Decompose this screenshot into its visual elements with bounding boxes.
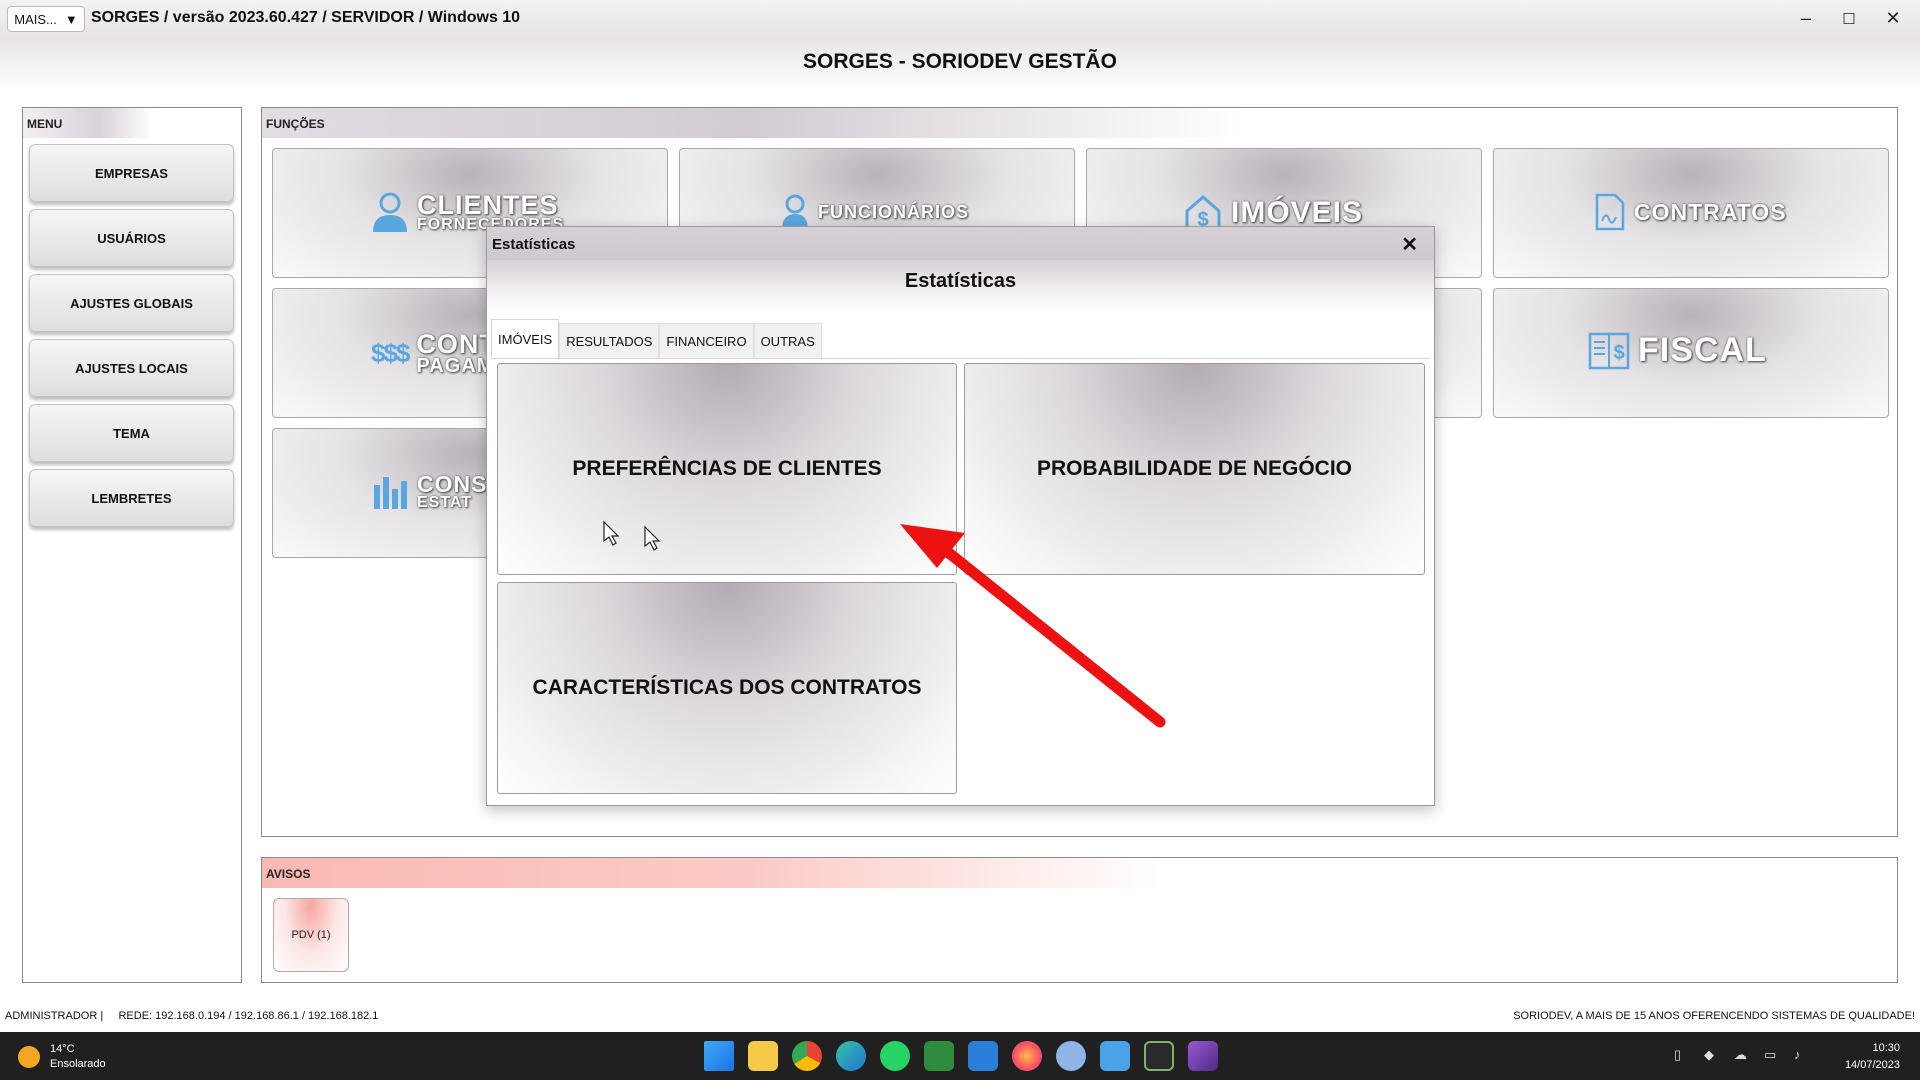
security-icon[interactable]: ◆	[1704, 1047, 1720, 1063]
tab-imoveis[interactable]: IMÓVEIS	[491, 319, 560, 359]
menu-header: MENU	[23, 108, 241, 138]
weather-description: Ensolarado	[50, 1058, 106, 1070]
tab-resultados[interactable]: RESULTADOS	[559, 323, 660, 359]
maximize-button[interactable]: ☐	[1834, 10, 1864, 28]
whatsapp-icon[interactable]	[880, 1041, 910, 1071]
chevron-down-icon: ▼	[64, 11, 78, 27]
money-icon: $$$	[371, 337, 410, 368]
windows-start-icon[interactable]	[704, 1041, 734, 1071]
app-heading: SORGES - SORIODEV GESTÃO	[803, 50, 1117, 73]
tile-clientes-label: CLIENTES	[417, 190, 559, 220]
dialog-title: Estatísticas	[492, 236, 576, 253]
spreadsheet-icon[interactable]	[924, 1041, 954, 1071]
dialog-close-button[interactable]: ✕	[1401, 232, 1418, 257]
close-window-button[interactable]: ✕	[1878, 8, 1908, 29]
settings-icon[interactable]	[1056, 1041, 1086, 1071]
tab-financeiro[interactable]: FINANCEIRO	[659, 323, 754, 359]
taskbar-clock[interactable]: 10:30 14/07/2023	[1845, 1040, 1900, 1074]
tile-contratos[interactable]: CONTRATOS	[1493, 148, 1889, 278]
usb-icon[interactable]: ▯	[1674, 1047, 1690, 1063]
bar-chart-icon	[374, 477, 407, 509]
windows-taskbar: 14°C Ensolarado ▯ ◆ ☁ ▭ ♪ 10:30 14/07/20…	[0, 1032, 1920, 1080]
system-tray: ▯ ◆ ☁ ▭ ♪	[1674, 1047, 1810, 1063]
preferencias-clientes-button[interactable]: PREFERÊNCIAS DE CLIENTES	[497, 363, 957, 575]
network-icon[interactable]: ▭	[1764, 1047, 1780, 1063]
caracteristicas-contratos-button[interactable]: CARACTERÍSTICAS DOS CONTRATOS	[497, 582, 957, 794]
mais-dropdown-button[interactable]: MAIS... ▼	[7, 6, 85, 32]
window-titlebar: MAIS... ▼ SORGES / versão 2023.60.427 / …	[0, 0, 1920, 40]
dialog-titlebar: Estatísticas ✕	[487, 227, 1434, 260]
clock-date: 14/07/2023	[1844, 1059, 1900, 1071]
mais-label: MAIS...	[14, 11, 57, 27]
menu-lembretes-button[interactable]: LEMBRETES	[29, 469, 234, 527]
contract-icon	[1595, 193, 1625, 231]
cloud-icon[interactable]: ☁	[1734, 1047, 1750, 1063]
fiscal-book-icon: $	[1588, 332, 1630, 369]
menu-panel: MENU EMPRESAS USUÁRIOS AJUSTES GLOBAIS A…	[22, 107, 242, 983]
minimize-button[interactable]: –	[1791, 8, 1821, 29]
dialog-tabs: IMÓVEIS RESULTADOS FINANCEIRO OUTRAS	[491, 319, 822, 359]
notepad-icon[interactable]	[1100, 1041, 1130, 1071]
tile-fiscal-label: FISCAL	[1638, 331, 1767, 369]
tile-contas-label: CONT	[416, 329, 497, 359]
edge-icon[interactable]	[836, 1041, 866, 1071]
menu-ajustes-globais-button[interactable]: AJUSTES GLOBAIS	[29, 274, 234, 332]
tile-imoveis-label: IMÓVEIS	[1231, 196, 1364, 229]
avisos-header: AVISOS	[262, 858, 1897, 888]
menu-ajustes-locais-button[interactable]: AJUSTES LOCAIS	[29, 339, 234, 397]
sun-icon	[18, 1046, 40, 1068]
estatisticas-dialog: Estatísticas ✕ Estatísticas IMÓVEIS RESU…	[486, 226, 1435, 806]
tile-funcionarios-label: FUNCIONÁRIOS	[818, 201, 969, 222]
file-explorer-icon[interactable]	[748, 1041, 778, 1071]
svg-text:$: $	[1613, 342, 1624, 364]
sorges-icon[interactable]	[1144, 1041, 1174, 1071]
probabilidade-negocio-button[interactable]: PROBABILIDADE DE NEGÓCIO	[964, 363, 1425, 575]
volume-icon[interactable]: ♪	[1794, 1047, 1810, 1063]
tile-contratos-label: CONTRATOS	[1634, 198, 1787, 225]
menu-usuarios-button[interactable]: USUÁRIOS	[29, 209, 234, 267]
avisos-panel: AVISOS PDV (1)	[261, 857, 1898, 983]
tile-contas-sub: PAGAM	[416, 355, 495, 377]
person-icon	[373, 192, 407, 232]
video-editor-icon[interactable]	[1188, 1041, 1218, 1071]
menu-empresas-button[interactable]: EMPRESAS	[29, 144, 234, 202]
weather-widget[interactable]: 14°C Ensolarado	[18, 1042, 106, 1072]
tile-consultas-sub: ESTAT	[417, 493, 473, 511]
chrome-icon[interactable]	[792, 1041, 822, 1071]
weather-temperature: 14°C	[50, 1043, 75, 1055]
functions-header: FUNÇÕES	[262, 108, 1897, 138]
tile-consultas-label: CONS	[417, 470, 488, 497]
mail-icon[interactable]	[968, 1041, 998, 1071]
tab-outras[interactable]: OUTRAS	[753, 323, 822, 359]
firefox-icon[interactable]	[1012, 1041, 1042, 1071]
tab-divider	[491, 358, 1430, 359]
status-slogan: SORIODEV, A MAIS DE 15 ANOS OFERENCENDO …	[1513, 1010, 1915, 1022]
clock-time: 10:30	[1872, 1042, 1900, 1054]
pdv-button[interactable]: PDV (1)	[273, 898, 349, 972]
status-network: ADMINISTRADOR | REDE: 192.168.0.194 / 19…	[5, 1010, 379, 1022]
menu-tema-button[interactable]: TEMA	[29, 404, 234, 462]
taskbar-apps	[704, 1041, 1218, 1071]
tile-fiscal[interactable]: $ FISCAL	[1493, 288, 1889, 418]
dialog-heading-band: Estatísticas	[487, 260, 1434, 312]
dialog-heading: Estatísticas	[904, 270, 1017, 292]
window-title: SORGES / versão 2023.60.427 / SERVIDOR /…	[91, 9, 521, 26]
